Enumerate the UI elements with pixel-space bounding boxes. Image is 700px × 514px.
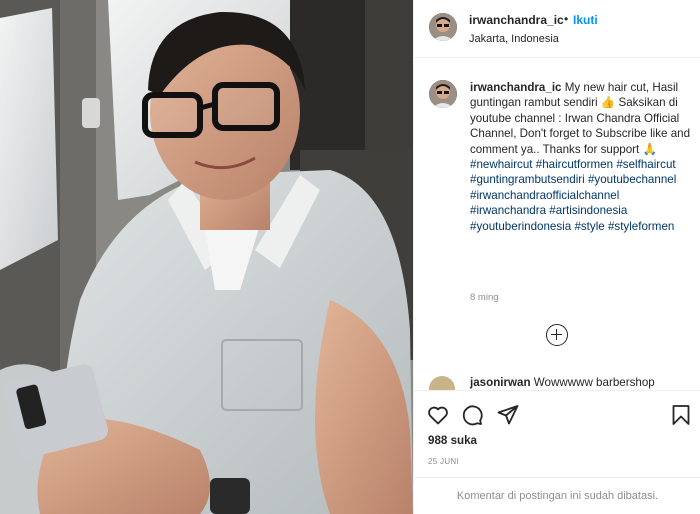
comment-text: jasonirwan Wowwwww barbershop xyxy=(470,376,655,389)
caption-username[interactable]: irwanchandra_ic xyxy=(470,81,562,94)
hashtag-link[interactable]: #artisindonesia xyxy=(549,204,627,217)
post-photo-image xyxy=(0,0,413,514)
caption-section: irwanchandra_ic My new hair cut, Hasil g… xyxy=(414,58,700,370)
hashtag-link[interactable]: #newhaircut xyxy=(470,158,533,171)
plus-circle-icon[interactable] xyxy=(546,324,568,346)
caption-avatar[interactable] xyxy=(429,80,457,108)
comment-item: jasonirwan Wowwwww barbershop xyxy=(414,370,700,390)
separator-dot: • xyxy=(564,12,569,26)
hashtag-link[interactable]: #irwanchandra xyxy=(470,204,546,217)
hashtag-link[interactable]: #youtuberindonesia xyxy=(470,220,571,233)
follow-button[interactable]: Ikuti xyxy=(573,13,598,27)
hashtag-link[interactable]: #guntingrambutsendiri xyxy=(470,173,585,186)
comment-username[interactable]: jasonirwan xyxy=(470,376,531,389)
comment-bubble-icon[interactable] xyxy=(460,403,484,427)
post-location[interactable]: Jakarta, Indonesia xyxy=(469,33,559,45)
hashtag-link[interactable]: #youtubechannel xyxy=(588,173,676,186)
hashtag-link[interactable]: #styleformen xyxy=(608,220,674,233)
paper-plane-icon[interactable] xyxy=(496,403,520,427)
author-username[interactable]: irwanchandra_ic xyxy=(469,13,564,27)
bookmark-icon[interactable] xyxy=(669,403,693,427)
commenter-avatar[interactable] xyxy=(429,376,455,390)
hashtag-link[interactable]: #irwanchandraofficialchannel xyxy=(470,189,619,202)
heart-icon[interactable] xyxy=(426,403,450,427)
hashtag-link[interactable]: #selfhaircut xyxy=(616,158,675,171)
post-sidebar: irwanchandra_ic • Ikuti Jakarta, Indones… xyxy=(413,0,700,514)
post-photo[interactable] xyxy=(0,0,413,514)
comment-body: Wowwwww barbershop xyxy=(533,376,655,389)
likes-count[interactable]: 988 suka xyxy=(428,434,477,447)
hashtag-link[interactable]: #style xyxy=(574,220,604,233)
post-header: irwanchandra_ic • Ikuti Jakarta, Indones… xyxy=(414,0,700,58)
action-bar: 988 suka 25 JUNI Komentar di postingan i… xyxy=(414,390,700,514)
caption-timestamp[interactable]: 8 ming xyxy=(470,292,499,303)
caption-text: irwanchandra_ic My new hair cut, Hasil g… xyxy=(470,80,692,234)
comments-disabled-notice: Komentar di postingan ini sudah dibatasi… xyxy=(414,477,700,514)
author-avatar[interactable] xyxy=(429,13,457,41)
post-date[interactable]: 25 JUNI xyxy=(428,457,459,466)
hashtag-link[interactable]: #haircutformen xyxy=(536,158,613,171)
